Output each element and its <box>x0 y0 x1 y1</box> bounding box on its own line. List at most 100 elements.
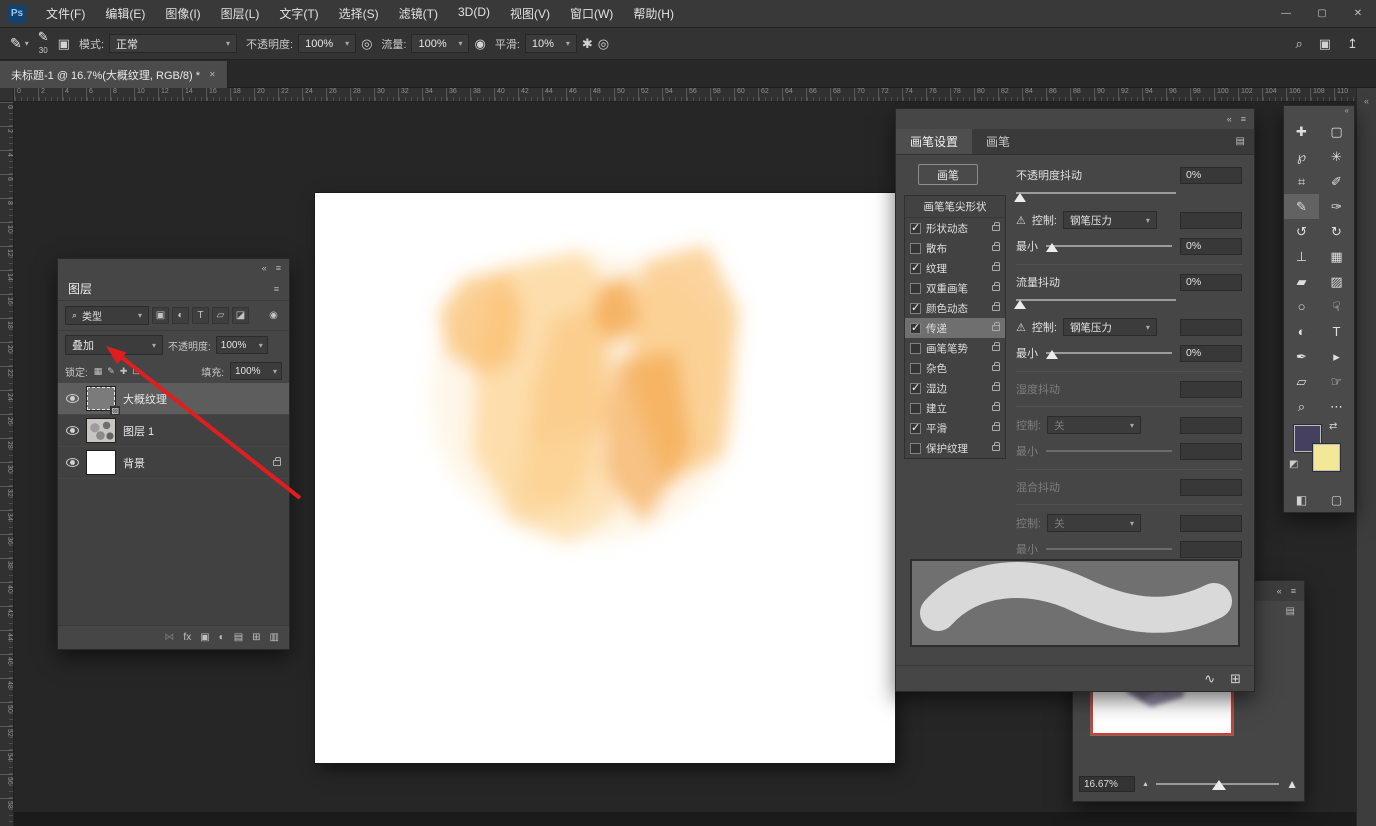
share-icon[interactable]: ↥ <box>1347 36 1358 52</box>
clone-stamp-tool[interactable]: ⊥ <box>1284 244 1319 269</box>
brush-setting-row[interactable]: 传递 <box>905 318 1005 338</box>
lock-icon[interactable] <box>992 405 1000 411</box>
lock-transparency-icon[interactable]: ▦ <box>94 366 103 377</box>
zoom-out-icon[interactable]: ▲ <box>1142 781 1149 788</box>
panel-menu-icon[interactable]: ≡ <box>276 263 281 273</box>
navigator-options-icon[interactable]: ▤ <box>1286 606 1295 617</box>
menu-item[interactable]: 图层(L) <box>211 5 270 22</box>
setting-checkbox[interactable] <box>910 363 921 374</box>
healing-brush-tool[interactable]: ✑ <box>1319 194 1354 219</box>
setting-checkbox[interactable] <box>910 423 921 434</box>
tab-close-icon[interactable]: ✕ <box>209 70 216 79</box>
opacity-jitter-slider[interactable] <box>1016 188 1242 202</box>
lock-icon[interactable] <box>992 425 1000 431</box>
brush-setting-row[interactable]: 建立 <box>905 398 1005 418</box>
brush-setting-row[interactable]: 纹理 <box>905 258 1005 278</box>
search-icon[interactable]: ⌕ <box>1296 36 1303 52</box>
menu-item[interactable]: 编辑(E) <box>95 5 155 22</box>
setting-checkbox[interactable] <box>910 283 921 294</box>
airbrush-icon[interactable]: ◉ <box>474 36 485 52</box>
swap-colors-icon[interactable]: ⇄ <box>1329 421 1337 432</box>
menu-item[interactable]: 文字(T) <box>269 5 328 22</box>
close-button[interactable]: ✕ <box>1340 8 1376 19</box>
setting-checkbox[interactable] <box>910 243 921 254</box>
document-tab[interactable]: 未标题-1 @ 16.7%(大概纹理, RGB/8) * ✕ <box>0 61 228 88</box>
lock-icon[interactable] <box>992 225 1000 231</box>
pen-tool[interactable]: ✒ <box>1284 344 1319 369</box>
menu-item[interactable]: 帮助(H) <box>623 5 684 22</box>
dodge-tool[interactable]: ◐ <box>1284 319 1319 344</box>
menu-item[interactable]: 窗口(W) <box>560 5 623 22</box>
setting-checkbox[interactable] <box>910 263 921 274</box>
layer-opacity-select[interactable]: 100% ▾ <box>216 336 268 354</box>
panel-collapse-icon[interactable]: « <box>1277 586 1282 596</box>
opacity-jitter-value[interactable]: 0% <box>1180 167 1242 184</box>
opacity-control-select[interactable]: 钢笔压力 ▾ <box>1063 211 1157 229</box>
filter-image-icon[interactable]: ▣ <box>152 307 169 324</box>
panel-collapse-icon[interactable]: « <box>1227 114 1232 124</box>
setting-checkbox[interactable] <box>910 443 921 454</box>
filter-smart-object-icon[interactable]: ◪ <box>232 307 249 324</box>
brush-presets-button[interactable]: 画笔 <box>918 164 978 185</box>
document-canvas[interactable] <box>315 193 895 763</box>
setting-checkbox[interactable] <box>910 383 921 394</box>
flow-minimum-slider[interactable] <box>1046 347 1172 359</box>
lock-icon[interactable] <box>992 265 1000 271</box>
link-layers-icon[interactable]: ⋈ <box>164 632 174 643</box>
zoom-tool[interactable]: ⌕ <box>1284 394 1319 419</box>
opacity-select[interactable]: 100% ▾ <box>298 34 356 53</box>
type-tool[interactable]: T <box>1319 319 1354 344</box>
minimize-button[interactable]: — <box>1268 8 1304 19</box>
lock-icon[interactable] <box>992 365 1000 371</box>
crop-tool[interactable]: ⌗ <box>1284 169 1319 194</box>
quick-mask-button[interactable]: ◧ <box>1296 493 1307 507</box>
panel-menu-icon[interactable]: ≡ <box>1291 586 1296 596</box>
magic-wand-tool[interactable]: ✳ <box>1319 144 1354 169</box>
live-tip-preview-icon[interactable]: ∿ <box>1204 671 1215 687</box>
pressure-size-icon[interactable]: ◎ <box>598 36 609 52</box>
art-history-brush-tool[interactable]: ↻ <box>1319 219 1354 244</box>
pressure-opacity-icon[interactable]: ◎ <box>361 36 372 52</box>
tool-preset-picker[interactable]: ✎ ▾ <box>10 35 29 52</box>
brush-setting-row[interactable]: 保护纹理 <box>905 438 1005 458</box>
layer-visibility-icon[interactable] <box>66 458 79 467</box>
smoothing-select[interactable]: 10% ▾ <box>525 34 577 53</box>
flow-select[interactable]: 100% ▾ <box>411 34 469 53</box>
menu-item[interactable]: 视图(V) <box>500 5 560 22</box>
layer-group-icon[interactable]: ▤ <box>234 632 243 643</box>
filter-type-icon[interactable]: T <box>192 307 209 324</box>
panel-menu-icon[interactable]: ≡ <box>1241 114 1246 124</box>
lock-icon[interactable] <box>992 345 1000 351</box>
menu-item[interactable]: 文件(F) <box>36 5 95 22</box>
setting-checkbox[interactable] <box>910 403 921 414</box>
smudge-tool[interactable]: ☟ <box>1319 294 1354 319</box>
panel-options-icon[interactable]: ▤ <box>1227 129 1254 154</box>
eyedropper-tool[interactable]: ✐ <box>1319 169 1354 194</box>
filter-shape-icon[interactable]: ▱ <box>212 307 229 324</box>
layer-blend-mode-select[interactable]: 叠加 ▾ <box>65 335 163 355</box>
default-colors-icon[interactable]: ◩ <box>1289 459 1298 470</box>
filter-adjustment-icon[interactable]: ◐ <box>172 307 189 324</box>
lasso-tool[interactable]: ℘ <box>1284 144 1319 169</box>
layer-visibility-icon[interactable] <box>66 426 79 435</box>
mode-select[interactable]: 正常 ▾ <box>109 34 237 53</box>
lock-position-icon[interactable]: ✚ <box>120 366 128 377</box>
edit-toolbar[interactable]: ⋯ <box>1319 394 1354 419</box>
new-brush-icon[interactable]: ⊞ <box>1230 671 1241 687</box>
lock-paint-icon[interactable]: ✎ <box>107 366 115 377</box>
brush-panel-tab[interactable]: 画笔 <box>972 129 1024 154</box>
layer-visibility-icon[interactable] <box>66 394 79 403</box>
blur-tool[interactable]: ○ <box>1284 294 1319 319</box>
brush-setting-row[interactable]: 颜色动态 <box>905 298 1005 318</box>
layer-style-icon[interactable]: fx <box>183 632 191 643</box>
brush-setting-row[interactable]: 湿边 <box>905 378 1005 398</box>
brush-tool[interactable]: ✎ <box>1284 194 1319 219</box>
navigator-zoom-input[interactable]: 16.67% <box>1079 776 1135 792</box>
filter-pin-icon[interactable]: ◉ <box>265 307 282 324</box>
toggle-brush-panel-icon[interactable]: ▣ <box>58 36 70 52</box>
brush-setting-row[interactable]: 散布 <box>905 238 1005 258</box>
marquee-tool[interactable]: ▢ <box>1319 119 1354 144</box>
opacity-minimum-value[interactable]: 0% <box>1180 238 1242 255</box>
menu-item[interactable]: 滤镜(T) <box>389 5 448 22</box>
menu-item[interactable]: 3D(D) <box>448 5 500 22</box>
